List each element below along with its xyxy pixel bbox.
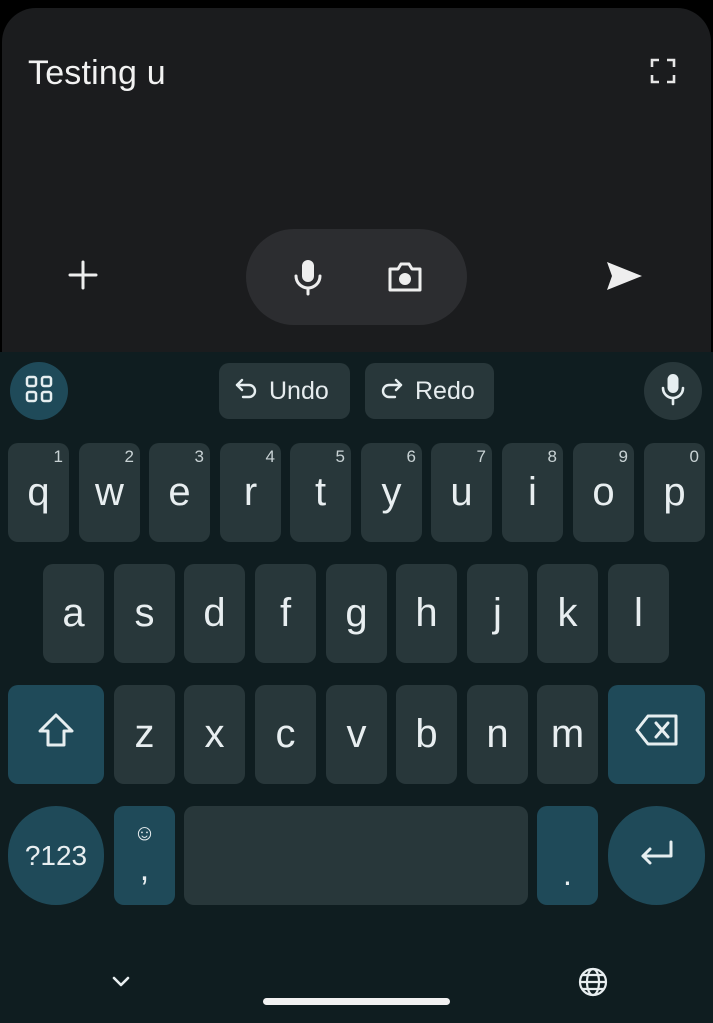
redo-label: Redo: [415, 376, 475, 405]
key-k[interactable]: k: [537, 564, 598, 663]
emoji-icon: ☺: [133, 820, 156, 845]
comma-key[interactable]: ☺ ,: [114, 806, 175, 905]
key-t[interactable]: 5t: [290, 443, 351, 542]
mic-icon[interactable]: [290, 257, 326, 297]
media-pill: [246, 229, 467, 325]
grid-icon: [24, 374, 54, 409]
key-g[interactable]: g: [326, 564, 387, 663]
key-a[interactable]: a: [43, 564, 104, 663]
key-l[interactable]: l: [608, 564, 669, 663]
key-z[interactable]: z: [114, 685, 175, 784]
key-j[interactable]: j: [467, 564, 528, 663]
key-s[interactable]: s: [114, 564, 175, 663]
home-indicator[interactable]: [263, 998, 450, 1005]
send-icon[interactable]: [604, 258, 644, 294]
redo-icon: [379, 375, 405, 408]
key-y[interactable]: 6y: [361, 443, 422, 542]
undo-label: Undo: [269, 376, 329, 405]
key-r[interactable]: 4r: [220, 443, 281, 542]
key-d[interactable]: d: [184, 564, 245, 663]
key-f[interactable]: f: [255, 564, 316, 663]
key-u[interactable]: 7u: [431, 443, 492, 542]
backspace-icon: [634, 712, 680, 757]
key-c[interactable]: c: [255, 685, 316, 784]
voice-input-button[interactable]: [644, 362, 702, 420]
key-h[interactable]: h: [396, 564, 457, 663]
key-b[interactable]: b: [396, 685, 457, 784]
period-key[interactable]: .: [537, 806, 598, 905]
key-q[interactable]: 1q: [8, 443, 69, 542]
camera-icon[interactable]: [385, 259, 425, 295]
enter-key[interactable]: [608, 806, 705, 905]
shift-icon: [36, 712, 76, 758]
key-e[interactable]: 3e: [149, 443, 210, 542]
shift-key[interactable]: [8, 685, 104, 784]
key-o[interactable]: 9o: [573, 443, 634, 542]
redo-button[interactable]: Redo: [365, 363, 494, 419]
expand-icon[interactable]: [648, 56, 678, 86]
plus-icon[interactable]: [64, 256, 102, 294]
globe-icon[interactable]: [577, 966, 609, 998]
symbols-key[interactable]: ?123: [8, 806, 104, 905]
undo-icon: [233, 375, 259, 408]
key-m[interactable]: m: [537, 685, 598, 784]
mic-icon: [659, 372, 687, 411]
backspace-key[interactable]: [608, 685, 705, 784]
message-input[interactable]: Testing u: [28, 54, 166, 93]
key-n[interactable]: n: [467, 685, 528, 784]
chevron-down-icon[interactable]: [108, 970, 134, 992]
key-i[interactable]: 8i: [502, 443, 563, 542]
apps-button[interactable]: [10, 362, 68, 420]
key-w[interactable]: 2w: [79, 443, 140, 542]
key-p[interactable]: 0p: [644, 443, 705, 542]
enter-icon: [637, 833, 677, 878]
space-key[interactable]: [184, 806, 528, 905]
undo-button[interactable]: Undo: [219, 363, 350, 419]
key-v[interactable]: v: [326, 685, 387, 784]
key-x[interactable]: x: [184, 685, 245, 784]
